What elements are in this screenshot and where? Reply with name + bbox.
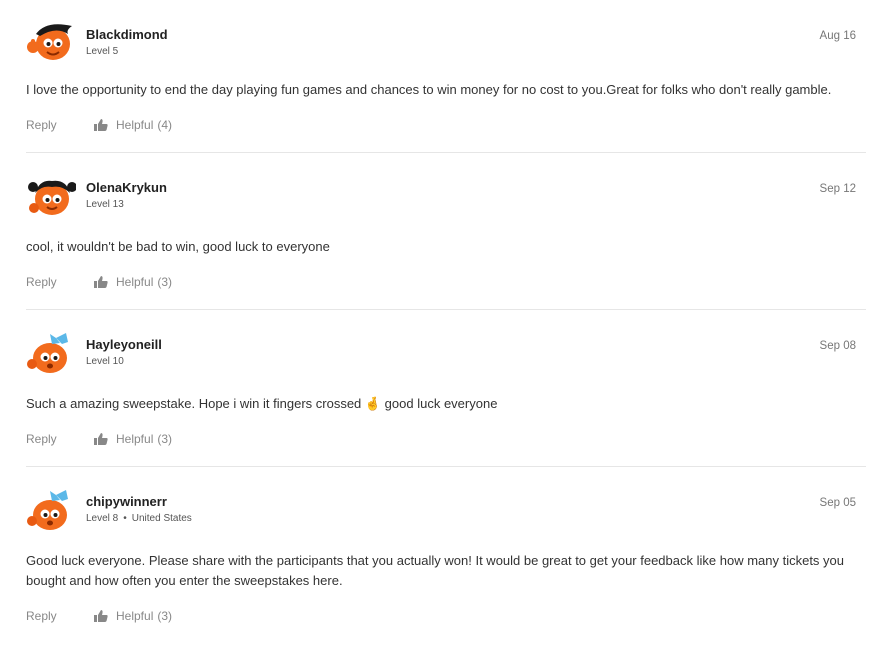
helpful-label: Helpful	[116, 275, 154, 289]
comment-header: chipywinnerr Level 8 • United States Sep 0…	[26, 467, 866, 530]
thumbs-up-icon	[94, 609, 108, 623]
comment-actions: Reply Helpful (3)	[26, 257, 866, 309]
user-level: Level 5	[86, 46, 119, 57]
comment-date: Sep 08	[819, 340, 856, 352]
helpful-count: (3)	[157, 275, 173, 289]
helpful-label: Helpful	[116, 432, 154, 446]
reply-button[interactable]: Reply	[26, 609, 94, 623]
comment-list: Blackdimond Level 5 Aug 16 I love the op…	[0, 0, 894, 643]
meta-separator: •	[123, 513, 127, 524]
reply-button[interactable]: Reply	[26, 275, 94, 289]
avatar[interactable]	[26, 332, 76, 376]
user-meta: Level 8 • United States	[86, 513, 192, 525]
orange-boy-avatar-icon	[27, 24, 72, 60]
helpful-count: (3)	[157, 609, 173, 623]
user-info: Hayleyoneill Level 10	[86, 337, 162, 368]
comment-date: Aug 16	[819, 30, 856, 42]
helpful-button[interactable]: Helpful (3)	[94, 275, 172, 289]
reply-button[interactable]: Reply	[26, 432, 94, 446]
username[interactable]: OlenaKrykun	[86, 180, 167, 196]
orange-bow-avatar-icon	[27, 490, 68, 530]
comment-actions: Reply Helpful (3)	[26, 414, 866, 466]
helpful-label: Helpful	[116, 118, 154, 132]
helpful-button[interactable]: Helpful (3)	[94, 432, 172, 446]
comment-item: Blackdimond Level 5 Aug 16 I love the op…	[26, 0, 866, 153]
helpful-count: (4)	[157, 118, 173, 132]
helpful-label: Helpful	[116, 609, 154, 623]
user-info: OlenaKrykun Level 13	[86, 180, 167, 211]
user-info: Blackdimond Level 5	[86, 27, 168, 58]
comment-item: chipywinnerr Level 8 • United States Sep 0…	[26, 467, 866, 643]
comment-item: Hayleyoneill Level 10 Sep 08 Such a amaz…	[26, 310, 866, 467]
comment-text: Good luck everyone. Please share with th…	[26, 553, 845, 588]
avatar[interactable]	[26, 20, 76, 64]
comment-actions: Reply Helpful (3)	[26, 591, 866, 643]
user-meta: Level 5	[86, 46, 168, 58]
comment-text: cool, it wouldn't be bad to win, good lu…	[26, 239, 330, 254]
user-info: chipywinnerr Level 8 • United States	[86, 494, 192, 525]
comment-item: OlenaKrykun Level 13 Sep 12 cool, it wou…	[26, 153, 866, 310]
user-meta: Level 10	[86, 356, 162, 368]
orange-bow-avatar-icon	[27, 333, 68, 373]
comment-date: Sep 12	[819, 183, 856, 195]
user-level: Level 13	[86, 199, 124, 210]
avatar[interactable]	[26, 489, 76, 533]
orange-girl-avatar-icon	[28, 180, 76, 215]
username[interactable]: chipywinnerr	[86, 494, 192, 510]
user-meta: Level 13	[86, 199, 167, 211]
thumbs-up-icon	[94, 275, 108, 289]
comment-header: Blackdimond Level 5 Aug 16	[26, 0, 866, 60]
username[interactable]: Blackdimond	[86, 27, 168, 43]
reply-button[interactable]: Reply	[26, 118, 94, 132]
avatar[interactable]	[26, 175, 76, 219]
comment-text: I love the opportunity to end the day pl…	[26, 82, 832, 97]
user-location: United States	[131, 513, 192, 524]
username[interactable]: Hayleyoneill	[86, 337, 162, 353]
comment-header: Hayleyoneill Level 10 Sep 08	[26, 310, 866, 373]
comment-date: Sep 05	[819, 497, 856, 509]
thumbs-up-icon	[94, 118, 108, 132]
helpful-button[interactable]: Helpful (3)	[94, 609, 172, 623]
helpful-count: (3)	[157, 432, 173, 446]
comment-header: OlenaKrykun Level 13 Sep 12	[26, 153, 866, 215]
thumbs-up-icon	[94, 432, 108, 446]
helpful-button[interactable]: Helpful (4)	[94, 118, 172, 132]
comment-text: Such a amazing sweepstake. Hope i win it…	[26, 396, 498, 411]
user-level: Level 8	[86, 513, 119, 524]
user-level: Level 10	[86, 356, 124, 367]
comment-actions: Reply Helpful (4)	[26, 100, 866, 152]
